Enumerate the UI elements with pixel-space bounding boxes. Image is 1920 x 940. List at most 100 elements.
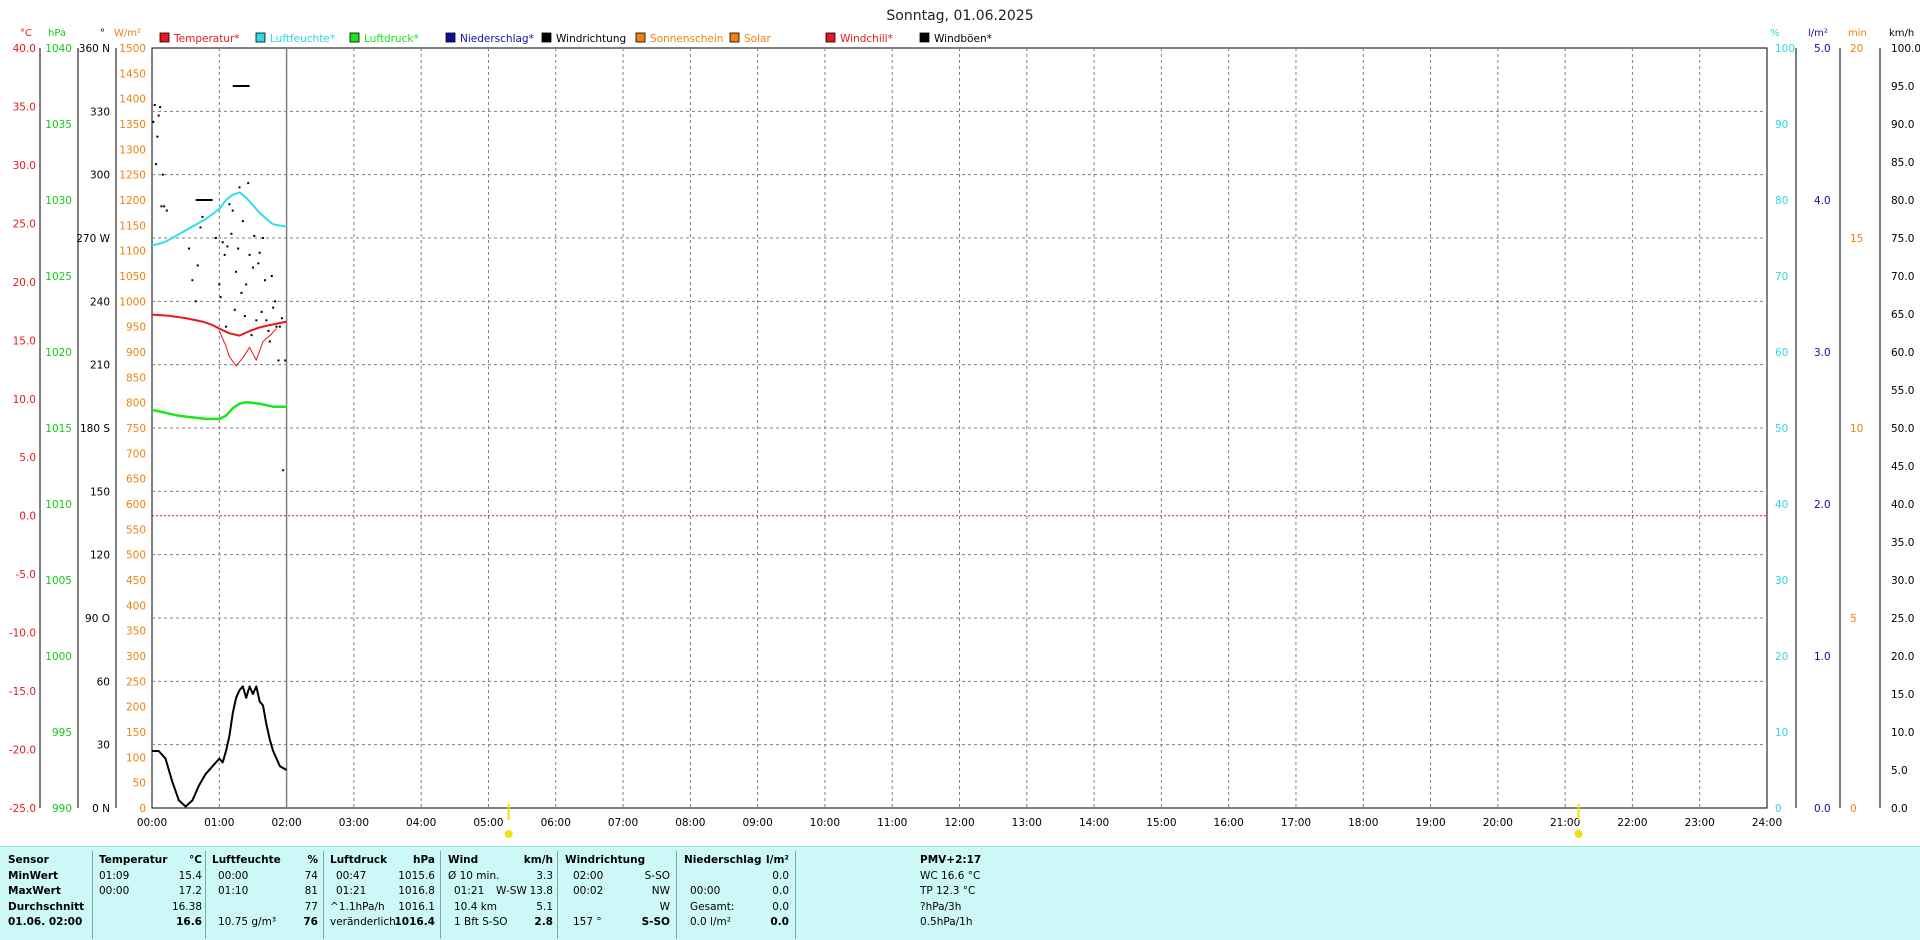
pressure-max-time: 01:21 <box>336 885 367 897</box>
legend-swatch <box>255 32 266 43</box>
wind-tick-label: 35.0 <box>1891 537 1914 549</box>
wind-direction-dot <box>159 106 162 109</box>
wind-direction-dot <box>226 245 229 248</box>
solar-tick-label: 900 <box>126 347 146 359</box>
pressure-forecast: veränderlich <box>330 916 396 928</box>
pressure-max-value: 1016.8 <box>398 885 435 897</box>
solar-tick-label: 950 <box>126 322 146 334</box>
humidity-unit: % <box>307 854 318 866</box>
wind-direction-dot <box>253 234 256 237</box>
direction-tick-label: 30 <box>97 740 110 752</box>
wind-direction-dot <box>230 232 233 235</box>
time-tick-label: 06:00 <box>541 817 571 829</box>
wind-direction-dot <box>155 163 158 166</box>
minutes-tick-label: 10 <box>1850 423 1863 435</box>
wind-direction-dot <box>264 279 267 282</box>
wind-max-value: 13.8 <box>529 885 553 897</box>
wind-direction-dot <box>233 308 236 311</box>
wind-direction-dot <box>245 283 248 286</box>
rain-tick-label: 2.0 <box>1814 499 1831 511</box>
wind-tick-label: 75.0 <box>1891 233 1914 245</box>
windchill-value: WC 16.6 °C <box>920 869 981 882</box>
temperature-tick-label: 0.0 <box>19 511 36 523</box>
rain-total-value: 0.0 <box>772 900 789 913</box>
column-divider <box>92 851 93 939</box>
wind-direction-dot <box>199 226 202 229</box>
time-tick-label: 00:00 <box>137 817 167 829</box>
wind-direction-dot <box>218 283 221 286</box>
rain-current-value: 0.0 <box>770 916 789 928</box>
wind-direction-dot <box>240 291 243 294</box>
legend-label: Sonnenschein <box>650 33 723 45</box>
direction-tick-label: 270 W <box>76 233 110 245</box>
wind-direction-dot <box>201 215 204 218</box>
temperature-tick-label: -10.0 <box>9 628 36 640</box>
wind-direction-dot <box>270 275 273 277</box>
humidity-unit-label: % <box>1770 28 1780 39</box>
pressure-unit: hPa <box>413 854 435 866</box>
wind-direction-dot <box>235 270 238 273</box>
rain-tick-label: 0.0 <box>1814 803 1831 815</box>
solar-tick-label: 300 <box>126 651 146 663</box>
wind-beaufort: 1 Bft S-SO <box>454 916 508 928</box>
direction-tick-label: 60 <box>97 676 110 688</box>
wind-tick-label: 45.0 <box>1891 461 1914 473</box>
time-tick-label: 03:00 <box>339 817 369 829</box>
time-tick-label: 08:00 <box>675 817 705 829</box>
humidity-current-value: 76 <box>303 916 318 928</box>
time-tick-label: 21:00 <box>1550 817 1580 829</box>
wind-tick-label: 65.0 <box>1891 309 1914 321</box>
temperature-tick-label: -5.0 <box>16 569 37 581</box>
temperature-unit: °C <box>189 854 202 866</box>
solar-tick-label: 1050 <box>119 271 146 283</box>
rain-tick-label: 5.0 <box>1814 43 1831 55</box>
solar-tick-label: 1400 <box>119 94 146 106</box>
pressure-min-time: 00:47 <box>336 869 367 882</box>
pressure-tick-label: 1040 <box>45 43 72 55</box>
solar-tick-label: 150 <box>126 727 146 739</box>
time-tick-label: 17:00 <box>1281 817 1311 829</box>
direction-tick-label: 240 <box>90 296 110 308</box>
direction-unit-label: ° <box>100 28 105 39</box>
wind-direction-dot <box>247 182 250 185</box>
solar-tick-label: 1000 <box>119 296 146 308</box>
temperature-avg-value: 16.38 <box>171 900 202 913</box>
time-tick-label: 11:00 <box>877 817 907 829</box>
pressure-tick-label: 1005 <box>45 575 72 587</box>
humidity-tick-label: 50 <box>1775 423 1788 435</box>
solar-tick-label: 1350 <box>119 119 146 131</box>
legend-label: Solar <box>744 33 771 45</box>
legend-label: Windchill* <box>840 33 893 45</box>
pressure-column: Luftdruck hPa 00:47 1015.6 01:21 1016.8 ^1.… <box>330 853 435 939</box>
solar-tick-label: 1150 <box>119 220 146 232</box>
wind-direction-dot <box>241 220 244 223</box>
rain-max-time: 00:00 <box>690 885 721 897</box>
legend-label: Windböen* <box>934 33 992 45</box>
wind-direction-dot <box>278 325 281 328</box>
wind-direction-header: Windrichtung <box>565 854 646 866</box>
temperature-header: Temperatur <box>99 854 168 866</box>
wind-direction-dot <box>223 253 226 256</box>
avg-label: Durchschnitt <box>8 900 85 913</box>
minutes-tick-label: 0 <box>1850 803 1857 815</box>
wind-direction-dot <box>262 237 265 239</box>
time-tick-label: 14:00 <box>1079 817 1109 829</box>
windchill-line <box>218 328 277 367</box>
legend-swatch <box>445 32 456 43</box>
direction-tick-label: 0 N <box>92 803 110 815</box>
legend-swatch <box>729 32 740 43</box>
wind-direction-dot <box>161 173 164 176</box>
time-tick-label: 22:00 <box>1617 817 1647 829</box>
solar-tick-label: 650 <box>126 474 146 486</box>
pressure-tick-label: 995 <box>52 727 72 739</box>
wind-tick-label: 0.0 <box>1891 803 1908 815</box>
humidity-tick-label: 60 <box>1775 347 1788 359</box>
wind-direction-dot <box>282 469 285 472</box>
pressure-avg-value: 1016.1 <box>398 900 435 913</box>
solar-tick-label: 1250 <box>119 170 146 182</box>
column-divider <box>205 851 206 939</box>
wind-max-direction: W-SW <box>496 885 527 897</box>
wind-direction-time-1: 02:00 <box>573 869 604 882</box>
direction-tick-label: 210 <box>90 360 110 372</box>
humidity-max-value: 81 <box>304 885 318 897</box>
